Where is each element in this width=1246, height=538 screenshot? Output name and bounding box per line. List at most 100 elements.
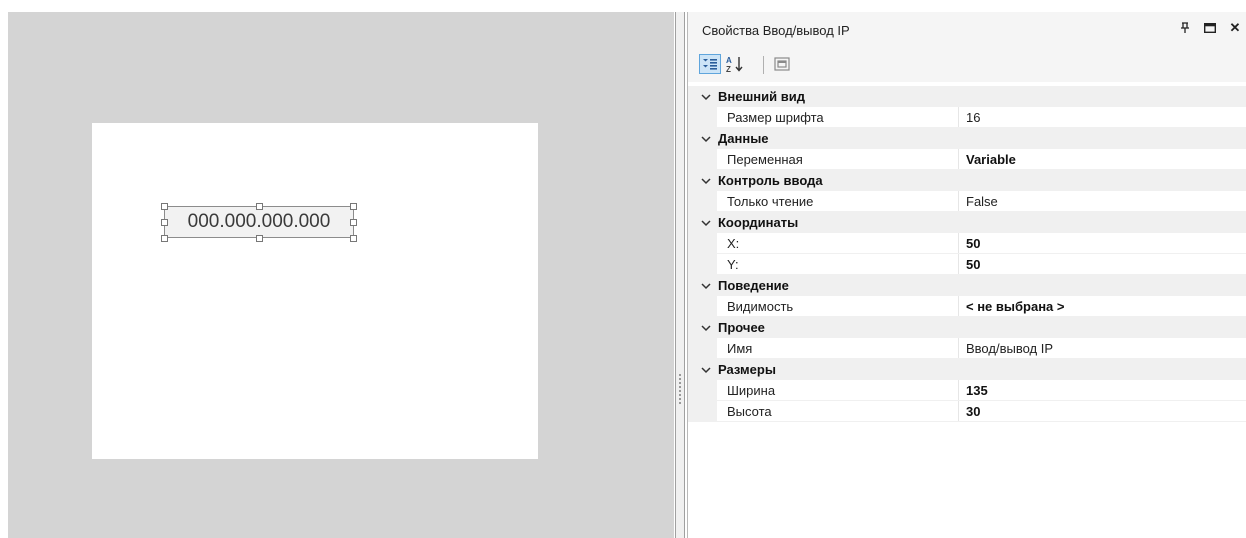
sort-alphabetical-icon: A Z bbox=[726, 56, 743, 73]
property-row[interactable]: Видимость < не выбрана > bbox=[688, 296, 1246, 317]
property-pages-icon bbox=[774, 57, 790, 71]
close-icon[interactable]: ✕ bbox=[1226, 19, 1244, 37]
chevron-down-icon[interactable] bbox=[699, 132, 713, 146]
ip-input-widget[interactable]: 000.000.000.000 bbox=[164, 206, 354, 238]
resize-handle-bottom-right[interactable] bbox=[350, 235, 357, 242]
property-name: Имя bbox=[727, 341, 753, 356]
chevron-down-icon[interactable] bbox=[699, 90, 713, 104]
property-category-row[interactable]: Внешний вид bbox=[688, 86, 1246, 107]
property-row[interactable]: Высота 30 bbox=[688, 401, 1246, 422]
row-gutter bbox=[688, 380, 717, 401]
property-category-row[interactable]: Контроль ввода bbox=[688, 170, 1246, 191]
property-name-cell[interactable]: Видимость bbox=[717, 296, 959, 317]
property-value-cell[interactable]: < не выбрана > bbox=[958, 296, 1246, 317]
resize-handle-left[interactable] bbox=[161, 219, 168, 226]
chevron-down-icon[interactable] bbox=[699, 321, 713, 335]
property-value: 50 bbox=[966, 257, 981, 272]
property-category-row[interactable]: Размеры bbox=[688, 359, 1246, 380]
property-name-cell[interactable]: Высота bbox=[717, 401, 959, 422]
properties-panel: Свойства Ввод/вывод IP ✕ A Z Внешний вид… bbox=[687, 12, 1246, 538]
row-gutter bbox=[688, 107, 717, 128]
maximize-icon[interactable] bbox=[1201, 19, 1219, 37]
property-grid: Внешний вид Размер шрифта 16 Данные Переменн… bbox=[688, 86, 1246, 422]
property-name: Переменная bbox=[727, 152, 803, 167]
property-name: Размер шрифта bbox=[727, 110, 824, 125]
property-name-cell[interactable]: Имя bbox=[717, 338, 959, 359]
property-pages-button[interactable] bbox=[771, 54, 793, 74]
row-gutter bbox=[688, 401, 717, 422]
property-value-cell[interactable]: 50 bbox=[958, 233, 1246, 254]
property-row[interactable]: Y: 50 bbox=[688, 254, 1246, 275]
property-row[interactable]: Ширина 135 bbox=[688, 380, 1246, 401]
property-name: Y: bbox=[727, 257, 739, 272]
toolbar-separator bbox=[763, 56, 764, 74]
property-value-cell[interactable]: Variable bbox=[958, 149, 1246, 170]
properties-toolbar: A Z bbox=[688, 46, 1246, 82]
row-gutter bbox=[688, 254, 717, 275]
row-gutter bbox=[688, 149, 717, 170]
property-category-label: Поведение bbox=[718, 278, 789, 293]
property-category-label: Размеры bbox=[718, 362, 776, 377]
chevron-down-icon[interactable] bbox=[699, 279, 713, 293]
property-value: Ввод/вывод IP bbox=[966, 341, 1054, 356]
chevron-down-icon[interactable] bbox=[699, 363, 713, 377]
property-row[interactable]: Только чтение False bbox=[688, 191, 1246, 212]
property-row[interactable]: X: 50 bbox=[688, 233, 1246, 254]
property-category-label: Внешний вид bbox=[718, 89, 805, 104]
property-name-cell[interactable]: Только чтение bbox=[717, 191, 959, 212]
property-value: 16 bbox=[966, 110, 981, 125]
property-row[interactable]: Размер шрифта 16 bbox=[688, 107, 1246, 128]
pin-icon[interactable] bbox=[1176, 19, 1194, 37]
resize-handle-top-left[interactable] bbox=[161, 203, 168, 210]
panel-title: Свойства Ввод/вывод IP bbox=[702, 23, 850, 38]
resize-handle-right[interactable] bbox=[350, 219, 357, 226]
property-name: Высота bbox=[727, 404, 772, 419]
property-name: Только чтение bbox=[727, 194, 814, 209]
property-value-cell[interactable]: 16 bbox=[958, 107, 1246, 128]
row-gutter bbox=[688, 296, 717, 317]
property-row[interactable]: Имя Ввод/вывод IP bbox=[688, 338, 1246, 359]
row-gutter bbox=[688, 338, 717, 359]
designer-area[interactable]: 000.000.000.000 bbox=[8, 12, 674, 538]
property-category-row[interactable]: Прочее bbox=[688, 317, 1246, 338]
property-name-cell[interactable]: Ширина bbox=[717, 380, 959, 401]
property-value-cell[interactable]: 50 bbox=[958, 254, 1246, 275]
property-category-label: Координаты bbox=[718, 215, 799, 230]
property-value-cell[interactable]: 30 bbox=[958, 401, 1246, 422]
property-value: False bbox=[966, 194, 998, 209]
categorized-view-button[interactable] bbox=[699, 54, 721, 74]
row-gutter bbox=[688, 191, 717, 212]
resize-handle-bottom[interactable] bbox=[256, 235, 263, 242]
property-category-row[interactable]: Координаты bbox=[688, 212, 1246, 233]
property-name-cell[interactable]: Y: bbox=[717, 254, 959, 275]
svg-text:Z: Z bbox=[726, 65, 731, 73]
design-canvas[interactable]: 000.000.000.000 bbox=[92, 123, 538, 459]
property-category-label: Данные bbox=[718, 131, 769, 146]
property-row[interactable]: Переменная Variable bbox=[688, 149, 1246, 170]
property-value-cell[interactable]: 135 bbox=[958, 380, 1246, 401]
property-category-label: Прочее bbox=[718, 320, 765, 335]
property-value: Variable bbox=[966, 152, 1016, 167]
chevron-down-icon[interactable] bbox=[699, 174, 713, 188]
property-value-cell[interactable]: False bbox=[958, 191, 1246, 212]
property-value: < не выбрана > bbox=[966, 299, 1065, 314]
property-category-label: Контроль ввода bbox=[718, 173, 823, 188]
property-name-cell[interactable]: Размер шрифта bbox=[717, 107, 959, 128]
property-category-row[interactable]: Поведение bbox=[688, 275, 1246, 296]
categorized-view-icon bbox=[703, 59, 717, 70]
resize-handle-top-right[interactable] bbox=[350, 203, 357, 210]
property-category-row[interactable]: Данные bbox=[688, 128, 1246, 149]
resize-handle-bottom-left[interactable] bbox=[161, 235, 168, 242]
resize-handle-top[interactable] bbox=[256, 203, 263, 210]
property-name-cell[interactable]: Переменная bbox=[717, 149, 959, 170]
panel-title-bar: Свойства Ввод/вывод IP ✕ bbox=[688, 12, 1246, 46]
panel-splitter[interactable] bbox=[675, 12, 685, 538]
chevron-down-icon[interactable] bbox=[699, 216, 713, 230]
property-name: Ширина bbox=[727, 383, 776, 398]
property-value-cell[interactable]: Ввод/вывод IP bbox=[958, 338, 1246, 359]
splitter-grip[interactable] bbox=[679, 374, 681, 404]
property-name-cell[interactable]: X: bbox=[717, 233, 959, 254]
property-value: 50 bbox=[966, 236, 981, 251]
property-name: X: bbox=[727, 236, 740, 251]
alphabetical-sort-button[interactable]: A Z bbox=[725, 54, 747, 74]
